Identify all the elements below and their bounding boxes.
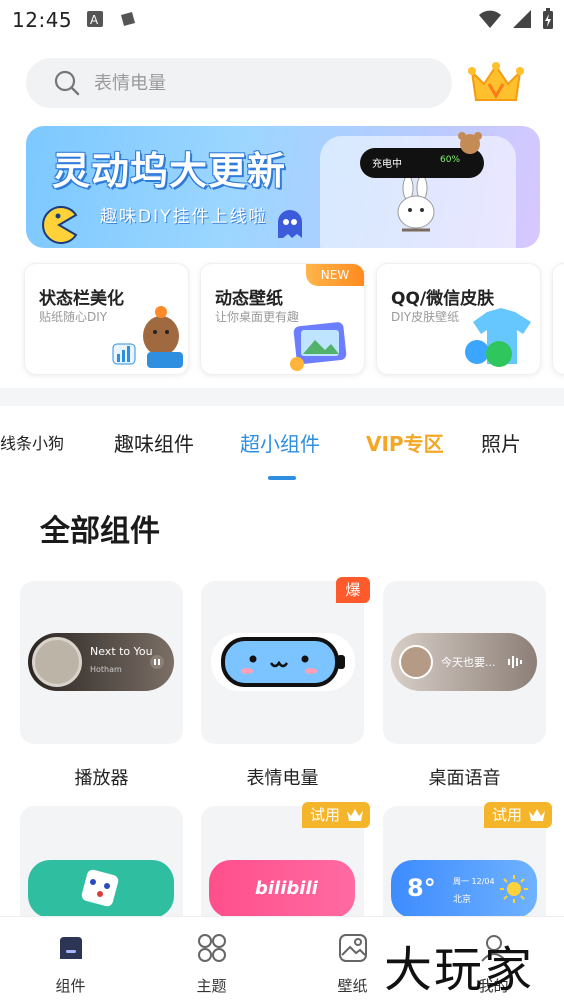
active-tab-indicator [268,476,296,480]
nav-themes[interactable]: 主题 [141,917,282,1006]
widgets-tab-icon [60,937,82,959]
nav-label: 组件 [55,977,86,995]
crown-small-icon [529,809,545,821]
banner-subtitle: 趣味DIY挂件上线啦 [100,207,268,227]
player-artist: Hotham [90,665,122,674]
capybara-sticker-icon [112,306,183,368]
ghost-icon [278,210,302,238]
search-input[interactable] [94,58,434,108]
feature-subtitle: DIY皮肤壁纸 [391,310,460,324]
trial-badge-label: 试用 [492,806,523,824]
tab-vip-zone[interactable]: VIP专区 [366,428,444,457]
battery-charging-icon [543,8,553,29]
section-title: 全部组件 [40,514,160,549]
bilibili-logo-text: bilibili [255,878,318,899]
weather-date: 周一 12/04 [453,877,495,886]
trial-badge: 试用 [484,802,552,828]
feature-card-live-wallpaper[interactable]: NEW 动态壁纸 让你桌面更有趣 [200,263,365,375]
banner-title: 灵动坞大更新 [52,149,287,193]
nav-label: 主题 [196,977,227,995]
wifi-icon [479,10,501,28]
player-song-title: Next to You [90,645,153,658]
tab-mini-widgets[interactable]: 超小组件 [240,428,320,457]
island-charging-text: 充电中 [372,159,402,170]
widget-card-emoji-battery[interactable]: 爆 [201,577,370,744]
notification-clip-icon [121,12,135,26]
island-battery-text: 60% [440,155,461,165]
widget-label: 表情电量 [246,768,319,789]
widget-label: 桌面语音 [428,768,501,789]
weather-temp: 8° [407,874,436,902]
bear-icon [458,132,482,154]
category-tabs: 线条小狗 趣味组件 超小组件 VIP专区 照片 [0,420,564,464]
widget-label: 播放器 [74,768,129,789]
feature-title: 动态壁纸 [215,289,283,309]
bilibili-preview: bilibili [209,860,355,918]
sound-wave-icon [508,656,522,668]
watermark-text: 大玩家 [384,942,535,998]
tab-line-dog[interactable]: 线条小狗 [0,430,64,454]
feature-card-qq-wechat-skin[interactable]: QQ/微信皮肤 DIY皮肤壁纸 [376,263,541,375]
trial-badge: 试用 [302,802,370,828]
pacman-icon [42,206,78,244]
bunny-icon [397,178,435,232]
weather-city: 北京 [453,895,472,905]
emoji-battery-preview [211,633,355,691]
tab-fun-widgets[interactable]: 趣味组件 [114,428,194,457]
tab-photos[interactable]: 照片 [481,428,521,457]
voice-avatar [399,645,433,679]
new-badge: NEW [306,264,364,286]
tshirt-chat-icon [465,308,531,367]
feature-cards: 状态栏美化 贴纸随心DIY NEW 动态壁纸 让你桌面更有趣 QQ/微信皮肤 D… [24,263,564,375]
search-icon [54,70,80,96]
voice-preview: 今天也要... [391,633,537,691]
feature-subtitle: 贴纸随心DIY [39,310,108,324]
section-divider [0,388,564,406]
svg-text:A: A [90,13,99,27]
search-bar[interactable] [26,58,452,108]
status-bar: 12:45 A [0,0,564,40]
wallpaper-tab-icon [339,934,367,962]
sun-icon [500,875,528,903]
vip-crown-icon[interactable] [466,60,526,106]
photo-frame-icon [290,322,347,371]
themes-tab-icon [198,934,226,962]
nav-widgets[interactable]: 组件 [0,917,141,1006]
weather-preview: 8° 周一 12/04 北京 [391,860,537,918]
dice-preview [28,860,174,918]
widget-card-desktop-voice[interactable]: 今天也要... [383,581,546,744]
trial-badge-label: 试用 [310,806,341,824]
album-art [32,637,82,687]
notification-a-icon: A [87,11,103,27]
crown-small-icon [347,809,363,821]
feature-card-statusbar[interactable]: 状态栏美化 贴纸随心DIY [24,263,189,375]
voice-text: 今天也要... [441,656,496,669]
player-preview: Next to You Hotham [28,633,174,691]
dice-icon [81,869,119,907]
status-time: 12:45 [12,8,73,32]
feature-card-more[interactable] [552,263,564,375]
hot-badge: 爆 [336,577,370,603]
cell-signal-icon [513,10,531,28]
widget-card-player[interactable]: Next to You Hotham [20,581,183,744]
pause-icon [150,655,164,669]
promo-banner[interactable]: 灵动坞大更新 趣味DIY挂件上线啦 充电中 60% [26,126,540,248]
